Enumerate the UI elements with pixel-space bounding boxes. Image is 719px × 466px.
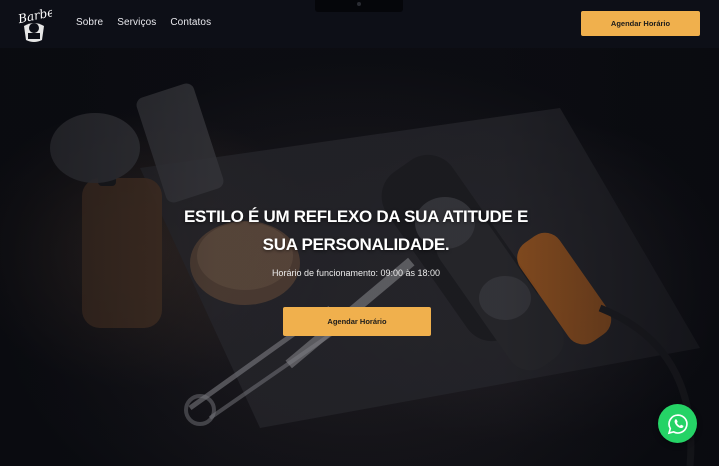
header-schedule-button[interactable]: Agendar Horário [581, 11, 700, 36]
page: Barber Sobre Serviços Contatos Agendar H… [0, 0, 719, 466]
opening-hours-text: Horário de funcionamento: 09:00 às 18:00 [271, 268, 441, 278]
main-nav: Sobre Serviços Contatos [76, 17, 225, 28]
hero-schedule-button[interactable]: Agendar Horário [283, 307, 431, 336]
hero-title-line-1: ESTILO É UM REFLEXO DA SUA ATITUDE E [183, 207, 528, 226]
hero-title: ESTILO É UM REFLEXO DA SUA ATITUDE E SUA… [150, 203, 562, 259]
barber-logo[interactable]: Barber [16, 3, 62, 44]
camera-notch [315, 0, 403, 12]
site-header: Barber Sobre Serviços Contatos Agendar H… [0, 0, 719, 48]
whatsapp-icon [667, 413, 688, 434]
hero-title-line-2: SUA PERSONALIDADE. [262, 235, 450, 254]
nav-link-sobre[interactable]: Sobre [76, 17, 103, 28]
nav-link-servicos[interactable]: Serviços [117, 17, 156, 28]
barber-logo-icon: Barber [16, 3, 62, 42]
whatsapp-button[interactable] [658, 404, 697, 443]
nav-link-contatos[interactable]: Contatos [170, 17, 211, 28]
